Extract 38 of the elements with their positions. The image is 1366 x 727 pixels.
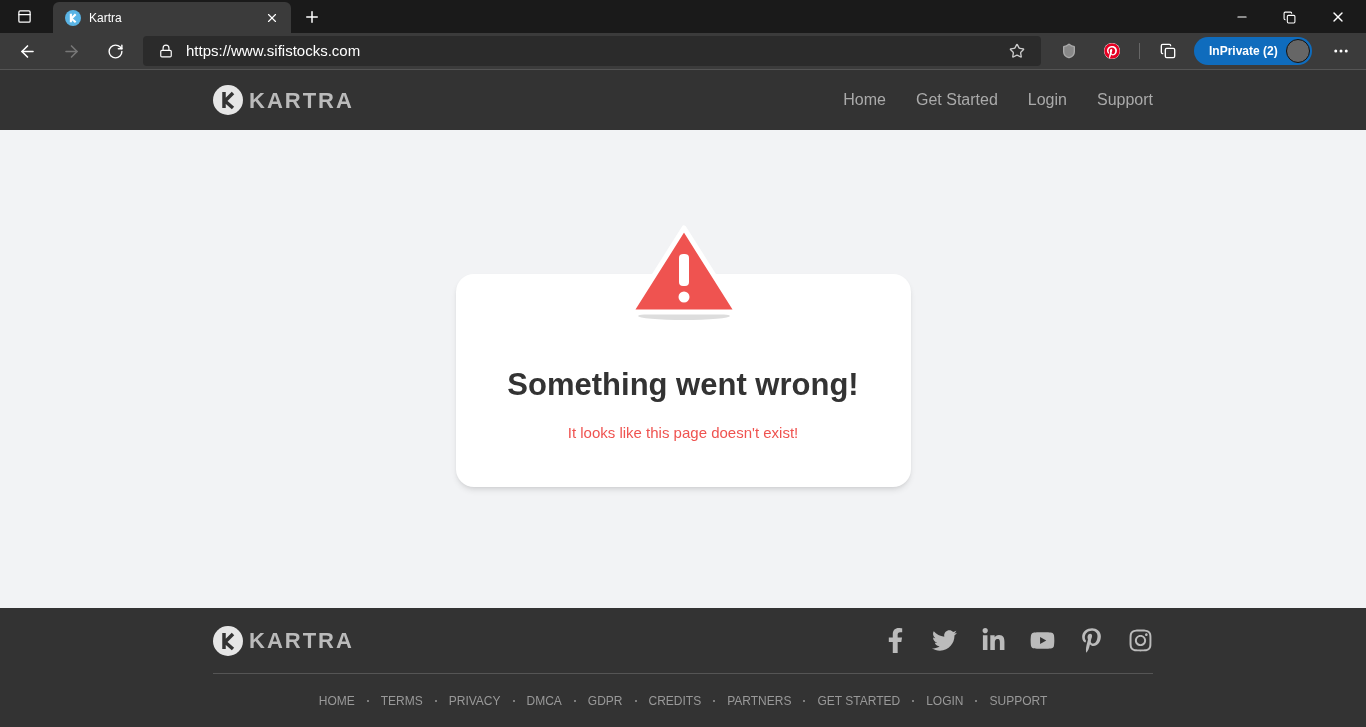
nav-link[interactable]: Home [843,88,886,112]
tab-title: Kartra [89,9,123,27]
footer-link[interactable]: LOGIN [926,691,964,710]
restore-icon[interactable] [1283,10,1296,24]
error-title: Something went wrong! [507,365,859,404]
nav-link[interactable]: Get Started [915,88,998,112]
footer-link[interactable]: CREDITS [648,691,702,710]
footer-link[interactable]: TERMS [380,691,423,710]
avatar-icon [1285,39,1310,63]
footer-logo-icon [213,625,243,656]
address-bar[interactable]: https://www.sifistocks.com [143,36,1041,66]
error-message: It looks like this page doesn't exist! [567,423,799,443]
linkedin-icon[interactable] [981,628,1006,653]
inprivate-button[interactable]: InPrivate (2) [1194,37,1312,65]
footer-link[interactable]: PARTNERS [727,691,792,710]
footer-link[interactable]: DMCA [526,691,562,710]
footer-link[interactable]: GDPR [587,691,623,710]
footer-link[interactable]: SUPPORT [989,691,1048,710]
tab-actions-icon[interactable] [17,9,32,24]
url-text: https://www.sifistocks.com [186,40,362,61]
nav-link[interactable]: Support [1096,88,1153,112]
new-tab-icon[interactable] [303,8,321,26]
pinterest-icon[interactable] [1104,43,1120,59]
instagram-icon[interactable] [1128,628,1153,653]
reload-icon[interactable] [107,42,124,60]
logo-icon [213,85,243,115]
footer-link[interactable]: HOME [318,691,355,710]
browser-tab[interactable]: Kartra [53,2,291,33]
footer-link[interactable]: GET STARTED [817,691,901,710]
pinterest-icon[interactable] [1079,628,1104,653]
footer-link[interactable]: PRIVACY [448,691,501,710]
footer-logo-text[interactable]: KARTRA [249,624,354,657]
lock-icon [159,44,173,58]
tab-favicon-icon [65,9,81,26]
logo-text[interactable]: KARTRA [249,83,354,117]
shield-icon[interactable] [1061,43,1077,59]
twitter-icon[interactable] [932,628,957,653]
nav-link[interactable]: Login [1027,88,1067,112]
